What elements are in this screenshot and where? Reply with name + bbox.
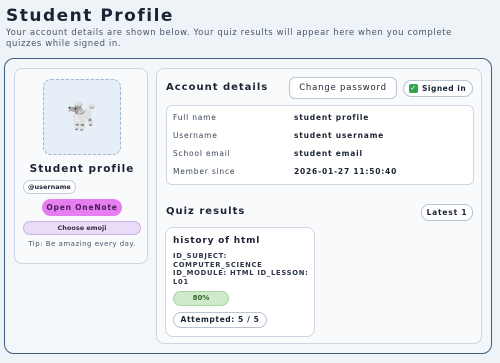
detail-value: student username — [294, 131, 385, 140]
detail-value: student profile — [294, 113, 370, 122]
detail-label: Username — [173, 131, 218, 140]
detail-row-full-name: Full name student profile — [173, 111, 469, 125]
detail-row-member-since: Member since 2026-01-27 11:50:40 — [173, 165, 469, 179]
tip-text: Tip: Be amazing every day. — [28, 240, 136, 248]
change-password-button[interactable]: Change password — [289, 77, 397, 99]
detail-label: School email — [173, 149, 231, 158]
detail-row-username: Username student username — [173, 129, 469, 143]
choose-emoji-button[interactable]: Choose emoji — [23, 221, 141, 235]
account-details-table: Full name student profile Username stude… — [166, 105, 474, 185]
quiz-title: history of html — [173, 236, 261, 246]
profile-card-title: Student profile — [29, 163, 135, 175]
quiz-result-card[interactable]: history of html ID_SUBJECT: COMPUTER_SCI… — [165, 227, 315, 337]
checkmark-icon: ✓ — [409, 84, 418, 93]
signed-in-badge: ✓ Signed in — [403, 80, 473, 97]
detail-value: 2026-01-27 11:50:40 — [294, 167, 398, 176]
account-details-heading: Account details — [166, 82, 269, 93]
open-onenote-button[interactable]: Open OneNote — [42, 199, 122, 216]
detail-label: Full name — [173, 113, 217, 122]
poodle-emoji-icon: 🐩 — [65, 102, 99, 132]
detail-row-school-email: School email student email — [173, 147, 469, 161]
avatar[interactable]: 🐩 — [43, 79, 121, 155]
quiz-results-heading: Quiz results — [166, 206, 246, 217]
quiz-meta: ID_SUBJECT: COMPUTER_SCIENCE ID_MODULE: … — [173, 252, 309, 286]
page-title: Student Profile — [6, 6, 174, 26]
detail-label: Member since — [173, 167, 236, 176]
attempts-badge: Attempted: 5 / 5 — [173, 312, 267, 328]
latest-filter-button[interactable]: Latest 1 — [421, 204, 473, 221]
profile-card: 🐩 Student profile @username Open OneNote… — [14, 68, 148, 264]
signed-in-label: Signed in — [422, 84, 467, 93]
detail-value: student email — [294, 149, 363, 158]
score-badge: 80% — [173, 291, 229, 306]
page-subtitle: Your account details are shown below. Yo… — [6, 28, 452, 49]
details-panel: Account details Change password ✓ Signed… — [156, 68, 482, 344]
username-chip: @username — [23, 180, 76, 194]
